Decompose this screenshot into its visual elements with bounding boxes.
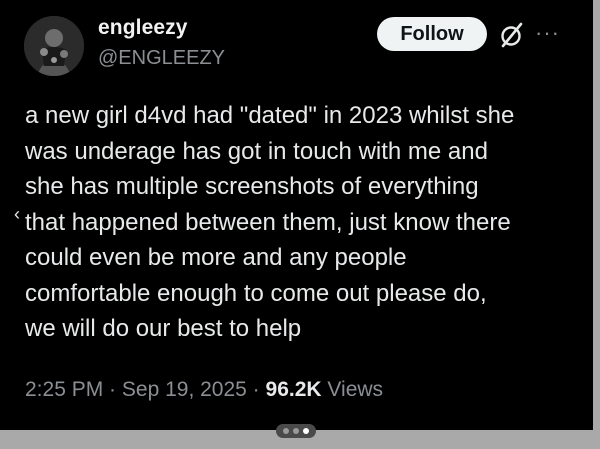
more-horizontal-icon[interactable]: ··· xyxy=(535,22,565,44)
page-dot[interactable] xyxy=(293,428,299,434)
tweet-time[interactable]: 2:25 PM xyxy=(25,378,103,401)
author-handle[interactable]: @ENGLEEZY xyxy=(98,47,225,70)
follow-button[interactable]: Follow xyxy=(377,17,487,51)
page-indicator[interactable] xyxy=(276,424,316,438)
avatar[interactable] xyxy=(24,16,84,76)
author-display-name[interactable]: engleezy xyxy=(98,16,188,40)
window-edge xyxy=(593,0,600,430)
meta-separator: · xyxy=(103,378,122,401)
tweet-metadata: 2:25 PM · Sep 19, 2025 · 96.2K Views xyxy=(25,378,383,402)
views-count: 96.2K xyxy=(265,378,322,401)
tweet-date[interactable]: Sep 19, 2025 xyxy=(122,378,247,401)
tweet-text: a new girl d4vd had "dated" in 2023 whil… xyxy=(25,102,515,342)
meta-separator: · xyxy=(246,378,266,401)
views-label: Views xyxy=(327,378,384,401)
grok-icon[interactable] xyxy=(497,20,527,50)
tweet-card: engleezy @ENGLEEZY Follow ··· a new girl… xyxy=(0,0,593,430)
page-dot[interactable] xyxy=(283,428,289,434)
chevron-left-icon[interactable]: ‹ xyxy=(14,205,20,223)
avatar-image xyxy=(24,16,84,76)
page-dot[interactable] xyxy=(303,428,309,434)
